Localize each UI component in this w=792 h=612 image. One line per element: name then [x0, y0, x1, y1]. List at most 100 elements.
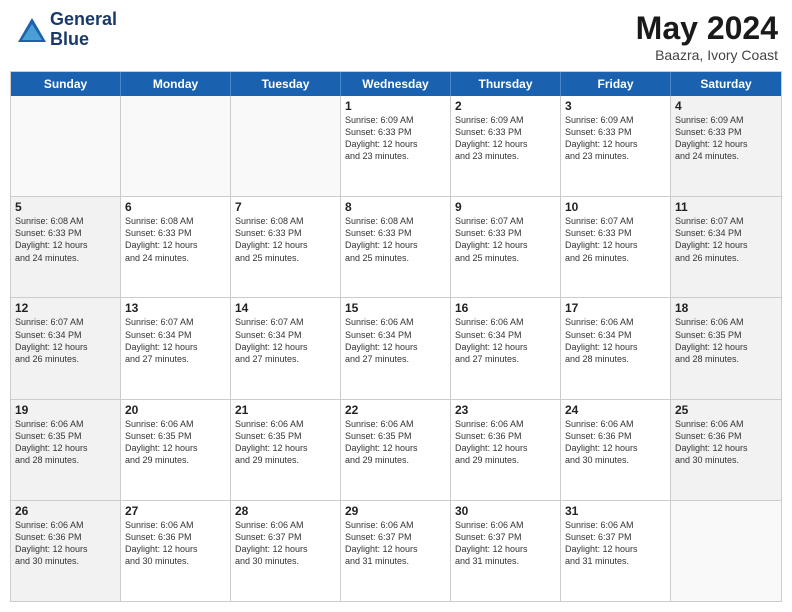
calendar-cell: 3Sunrise: 6:09 AM Sunset: 6:33 PM Daylig…	[561, 96, 671, 196]
cell-info: Sunrise: 6:07 AM Sunset: 6:33 PM Dayligh…	[565, 215, 666, 264]
day-number: 14	[235, 301, 336, 315]
calendar-row: 5Sunrise: 6:08 AM Sunset: 6:33 PM Daylig…	[11, 197, 781, 298]
day-number: 23	[455, 403, 556, 417]
calendar-cell: 23Sunrise: 6:06 AM Sunset: 6:36 PM Dayli…	[451, 400, 561, 500]
calendar-cell: 21Sunrise: 6:06 AM Sunset: 6:35 PM Dayli…	[231, 400, 341, 500]
day-number: 31	[565, 504, 666, 518]
calendar-cell: 30Sunrise: 6:06 AM Sunset: 6:37 PM Dayli…	[451, 501, 561, 601]
page: General Blue May 2024 Baazra, Ivory Coas…	[0, 0, 792, 612]
day-number: 29	[345, 504, 446, 518]
day-number: 9	[455, 200, 556, 214]
day-number: 5	[15, 200, 116, 214]
calendar-cell	[11, 96, 121, 196]
title-block: May 2024 Baazra, Ivory Coast	[636, 10, 778, 63]
calendar-cell: 5Sunrise: 6:08 AM Sunset: 6:33 PM Daylig…	[11, 197, 121, 297]
day-number: 22	[345, 403, 446, 417]
calendar-cell: 12Sunrise: 6:07 AM Sunset: 6:34 PM Dayli…	[11, 298, 121, 398]
cell-info: Sunrise: 6:07 AM Sunset: 6:34 PM Dayligh…	[125, 316, 226, 365]
day-number: 17	[565, 301, 666, 315]
cell-info: Sunrise: 6:07 AM Sunset: 6:34 PM Dayligh…	[15, 316, 116, 365]
day-headers: SundayMondayTuesdayWednesdayThursdayFrid…	[11, 72, 781, 96]
cell-info: Sunrise: 6:07 AM Sunset: 6:34 PM Dayligh…	[235, 316, 336, 365]
cell-info: Sunrise: 6:06 AM Sunset: 6:37 PM Dayligh…	[565, 519, 666, 568]
day-number: 28	[235, 504, 336, 518]
calendar-cell: 17Sunrise: 6:06 AM Sunset: 6:34 PM Dayli…	[561, 298, 671, 398]
day-header-sunday: Sunday	[11, 72, 121, 96]
calendar-cell: 11Sunrise: 6:07 AM Sunset: 6:34 PM Dayli…	[671, 197, 781, 297]
day-number: 4	[675, 99, 777, 113]
calendar-cell: 28Sunrise: 6:06 AM Sunset: 6:37 PM Dayli…	[231, 501, 341, 601]
cell-info: Sunrise: 6:09 AM Sunset: 6:33 PM Dayligh…	[565, 114, 666, 163]
calendar-cell	[121, 96, 231, 196]
cell-info: Sunrise: 6:07 AM Sunset: 6:34 PM Dayligh…	[675, 215, 777, 264]
calendar-cell: 7Sunrise: 6:08 AM Sunset: 6:33 PM Daylig…	[231, 197, 341, 297]
day-header-monday: Monday	[121, 72, 231, 96]
day-number: 25	[675, 403, 777, 417]
calendar-row: 12Sunrise: 6:07 AM Sunset: 6:34 PM Dayli…	[11, 298, 781, 399]
header: General Blue May 2024 Baazra, Ivory Coas…	[10, 10, 782, 63]
day-number: 21	[235, 403, 336, 417]
day-number: 13	[125, 301, 226, 315]
cell-info: Sunrise: 6:06 AM Sunset: 6:36 PM Dayligh…	[565, 418, 666, 467]
day-number: 2	[455, 99, 556, 113]
day-header-wednesday: Wednesday	[341, 72, 451, 96]
calendar-cell: 10Sunrise: 6:07 AM Sunset: 6:33 PM Dayli…	[561, 197, 671, 297]
day-number: 20	[125, 403, 226, 417]
cell-info: Sunrise: 6:08 AM Sunset: 6:33 PM Dayligh…	[345, 215, 446, 264]
cell-info: Sunrise: 6:06 AM Sunset: 6:36 PM Dayligh…	[15, 519, 116, 568]
month-year: May 2024	[636, 10, 778, 47]
cell-info: Sunrise: 6:06 AM Sunset: 6:37 PM Dayligh…	[455, 519, 556, 568]
day-number: 6	[125, 200, 226, 214]
calendar-cell: 20Sunrise: 6:06 AM Sunset: 6:35 PM Dayli…	[121, 400, 231, 500]
cell-info: Sunrise: 6:09 AM Sunset: 6:33 PM Dayligh…	[455, 114, 556, 163]
calendar-cell: 6Sunrise: 6:08 AM Sunset: 6:33 PM Daylig…	[121, 197, 231, 297]
location: Baazra, Ivory Coast	[636, 47, 778, 63]
calendar-cell: 29Sunrise: 6:06 AM Sunset: 6:37 PM Dayli…	[341, 501, 451, 601]
calendar-cell: 13Sunrise: 6:07 AM Sunset: 6:34 PM Dayli…	[121, 298, 231, 398]
cell-info: Sunrise: 6:06 AM Sunset: 6:36 PM Dayligh…	[455, 418, 556, 467]
calendar-cell: 22Sunrise: 6:06 AM Sunset: 6:35 PM Dayli…	[341, 400, 451, 500]
cell-info: Sunrise: 6:06 AM Sunset: 6:37 PM Dayligh…	[345, 519, 446, 568]
day-number: 24	[565, 403, 666, 417]
calendar-row: 26Sunrise: 6:06 AM Sunset: 6:36 PM Dayli…	[11, 501, 781, 601]
day-number: 15	[345, 301, 446, 315]
day-number: 8	[345, 200, 446, 214]
calendar-cell: 8Sunrise: 6:08 AM Sunset: 6:33 PM Daylig…	[341, 197, 451, 297]
cell-info: Sunrise: 6:06 AM Sunset: 6:36 PM Dayligh…	[675, 418, 777, 467]
cell-info: Sunrise: 6:06 AM Sunset: 6:35 PM Dayligh…	[345, 418, 446, 467]
cell-info: Sunrise: 6:09 AM Sunset: 6:33 PM Dayligh…	[675, 114, 777, 163]
day-number: 10	[565, 200, 666, 214]
day-number: 3	[565, 99, 666, 113]
calendar-cell: 9Sunrise: 6:07 AM Sunset: 6:33 PM Daylig…	[451, 197, 561, 297]
day-number: 18	[675, 301, 777, 315]
calendar-cell: 15Sunrise: 6:06 AM Sunset: 6:34 PM Dayli…	[341, 298, 451, 398]
cell-info: Sunrise: 6:06 AM Sunset: 6:35 PM Dayligh…	[675, 316, 777, 365]
cell-info: Sunrise: 6:06 AM Sunset: 6:34 PM Dayligh…	[345, 316, 446, 365]
cell-info: Sunrise: 6:06 AM Sunset: 6:35 PM Dayligh…	[235, 418, 336, 467]
cell-info: Sunrise: 6:06 AM Sunset: 6:35 PM Dayligh…	[125, 418, 226, 467]
calendar-cell: 2Sunrise: 6:09 AM Sunset: 6:33 PM Daylig…	[451, 96, 561, 196]
day-number: 16	[455, 301, 556, 315]
day-number: 30	[455, 504, 556, 518]
calendar-cell: 26Sunrise: 6:06 AM Sunset: 6:36 PM Dayli…	[11, 501, 121, 601]
logo-text: General Blue	[50, 10, 117, 50]
calendar-row: 19Sunrise: 6:06 AM Sunset: 6:35 PM Dayli…	[11, 400, 781, 501]
cell-info: Sunrise: 6:08 AM Sunset: 6:33 PM Dayligh…	[235, 215, 336, 264]
calendar-cell: 4Sunrise: 6:09 AM Sunset: 6:33 PM Daylig…	[671, 96, 781, 196]
cell-info: Sunrise: 6:06 AM Sunset: 6:37 PM Dayligh…	[235, 519, 336, 568]
day-number: 11	[675, 200, 777, 214]
cell-info: Sunrise: 6:07 AM Sunset: 6:33 PM Dayligh…	[455, 215, 556, 264]
day-number: 27	[125, 504, 226, 518]
calendar-cell: 27Sunrise: 6:06 AM Sunset: 6:36 PM Dayli…	[121, 501, 231, 601]
logo-icon	[14, 14, 46, 46]
day-header-saturday: Saturday	[671, 72, 781, 96]
calendar-body: 1Sunrise: 6:09 AM Sunset: 6:33 PM Daylig…	[11, 96, 781, 601]
calendar-cell: 31Sunrise: 6:06 AM Sunset: 6:37 PM Dayli…	[561, 501, 671, 601]
calendar-cell: 14Sunrise: 6:07 AM Sunset: 6:34 PM Dayli…	[231, 298, 341, 398]
day-header-tuesday: Tuesday	[231, 72, 341, 96]
day-number: 12	[15, 301, 116, 315]
calendar-cell: 16Sunrise: 6:06 AM Sunset: 6:34 PM Dayli…	[451, 298, 561, 398]
cell-info: Sunrise: 6:08 AM Sunset: 6:33 PM Dayligh…	[15, 215, 116, 264]
logo: General Blue	[14, 10, 117, 50]
day-number: 26	[15, 504, 116, 518]
